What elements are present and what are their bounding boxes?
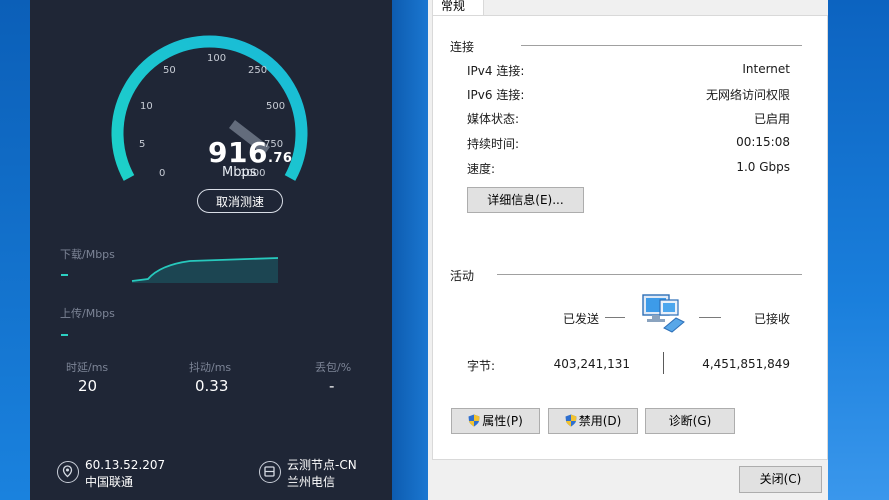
upload-label: 上传/Mbps (60, 307, 115, 320)
media-state-value: 已启用 (753, 112, 790, 126)
bytes-label: 字节: (467, 359, 496, 373)
diagnose-button[interactable]: 诊断(G) (645, 408, 735, 434)
gauge-tick: 5 (139, 139, 145, 150)
download-graph (131, 257, 279, 283)
media-state-label: 媒体状态: (467, 112, 520, 126)
packet-loss-label: 丢包/% (315, 361, 352, 374)
packet-loss-value: - (329, 377, 335, 395)
jitter-label: 抖动/ms (189, 361, 232, 374)
location-icon (57, 461, 79, 483)
properties-label: 属性(P) (482, 414, 523, 428)
server-node-icon (259, 461, 281, 483)
bytes-sent: 403,241,131 (553, 357, 630, 371)
sent-label: 已发送 (563, 312, 600, 326)
network-computer-icon (642, 294, 685, 333)
speed-label: 速度: (467, 162, 496, 176)
shield-icon (468, 414, 480, 427)
sent-line (605, 317, 625, 318)
shield-icon (565, 414, 577, 427)
speed-unit: Mbps (222, 165, 257, 180)
node-name: 兰州电信 (287, 475, 336, 489)
ipv6-label: IPv6 连接: (467, 88, 525, 102)
bytes-separator (663, 352, 664, 374)
properties-button[interactable]: 属性(P) (451, 408, 540, 434)
duration-value: 00:15:08 (736, 135, 790, 149)
download-value (61, 274, 68, 276)
upload-value (61, 334, 68, 336)
desktop-wallpaper (0, 0, 30, 500)
connection-header: 连接 (450, 40, 475, 54)
received-line (699, 317, 721, 318)
desktop-wallpaper-right (828, 0, 889, 500)
gauge-tick: 10 (140, 101, 153, 112)
gauge-tick: 100 (207, 53, 226, 64)
latency-value: 20 (78, 377, 98, 395)
general-tab-panel (432, 15, 828, 460)
disable-label: 禁用(D) (578, 414, 622, 428)
speedtest-panel: 0 5 10 50 100 250 500 750 1000 916.76 Mb… (30, 0, 392, 500)
bytes-received: 4,451,851,849 (702, 357, 790, 371)
received-label: 已接收 (754, 312, 791, 326)
node-title: 云测节点-CN (287, 458, 357, 472)
speed-value-text: 1.0 Gbps (736, 160, 790, 174)
ipv4-label: IPv4 连接: (467, 64, 525, 78)
gauge-tick: 500 (266, 101, 285, 112)
ipv4-value: Internet (742, 62, 790, 76)
desktop-wallpaper-gap (392, 0, 428, 500)
cancel-test-button[interactable]: 取消测速 (197, 189, 283, 213)
duration-label: 持续时间: (467, 137, 520, 151)
divider (521, 45, 802, 46)
disable-button[interactable]: 禁用(D) (548, 408, 638, 434)
details-button[interactable]: 详细信息(E)... (467, 187, 584, 213)
gauge-tick: 250 (248, 65, 267, 76)
server-ip: 60.13.52.207 (85, 458, 166, 472)
divider (497, 274, 802, 275)
tab-general[interactable]: 常规 (432, 0, 484, 16)
gauge-tick: 50 (163, 65, 176, 76)
download-label: 下载/Mbps (60, 248, 115, 261)
activity-header: 活动 (450, 269, 475, 283)
latency-label: 时延/ms (66, 361, 109, 374)
ipv6-value: 无网络访问权限 (705, 88, 790, 102)
close-button[interactable]: 关闭(C) (739, 466, 822, 493)
jitter-value: 0.33 (195, 377, 229, 395)
gauge-tick: 0 (159, 168, 165, 179)
server-isp: 中国联通 (85, 475, 134, 489)
